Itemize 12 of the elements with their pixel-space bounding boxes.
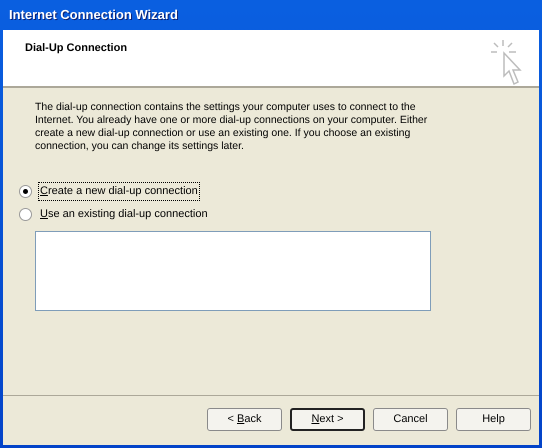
page-title: Dial-Up Connection [25,41,128,56]
radio-button[interactable] [19,185,32,198]
dialog-button[interactable]: Help [456,408,531,431]
dialog-button[interactable]: Next > [290,408,365,431]
window-title: Internet Connection Wizard [9,6,178,24]
dialog-button[interactable]: < Back [207,408,282,431]
connection-list[interactable] [35,231,431,311]
radio-button[interactable] [19,208,32,221]
radio-label[interactable]: Use an existing dial-up connection [38,205,210,224]
dialog-button[interactable]: Cancel [373,408,448,431]
radio-label[interactable]: Create a new dial-up connection [38,182,200,201]
description-text: The dial-up connection contains the settings your computer uses to connect to the Internet. You already have one or more dial-up connections on your computer. Either create a new dial-up connection or use an existing one. If you choose an existing connection, you can change its settings later. [35,101,428,153]
